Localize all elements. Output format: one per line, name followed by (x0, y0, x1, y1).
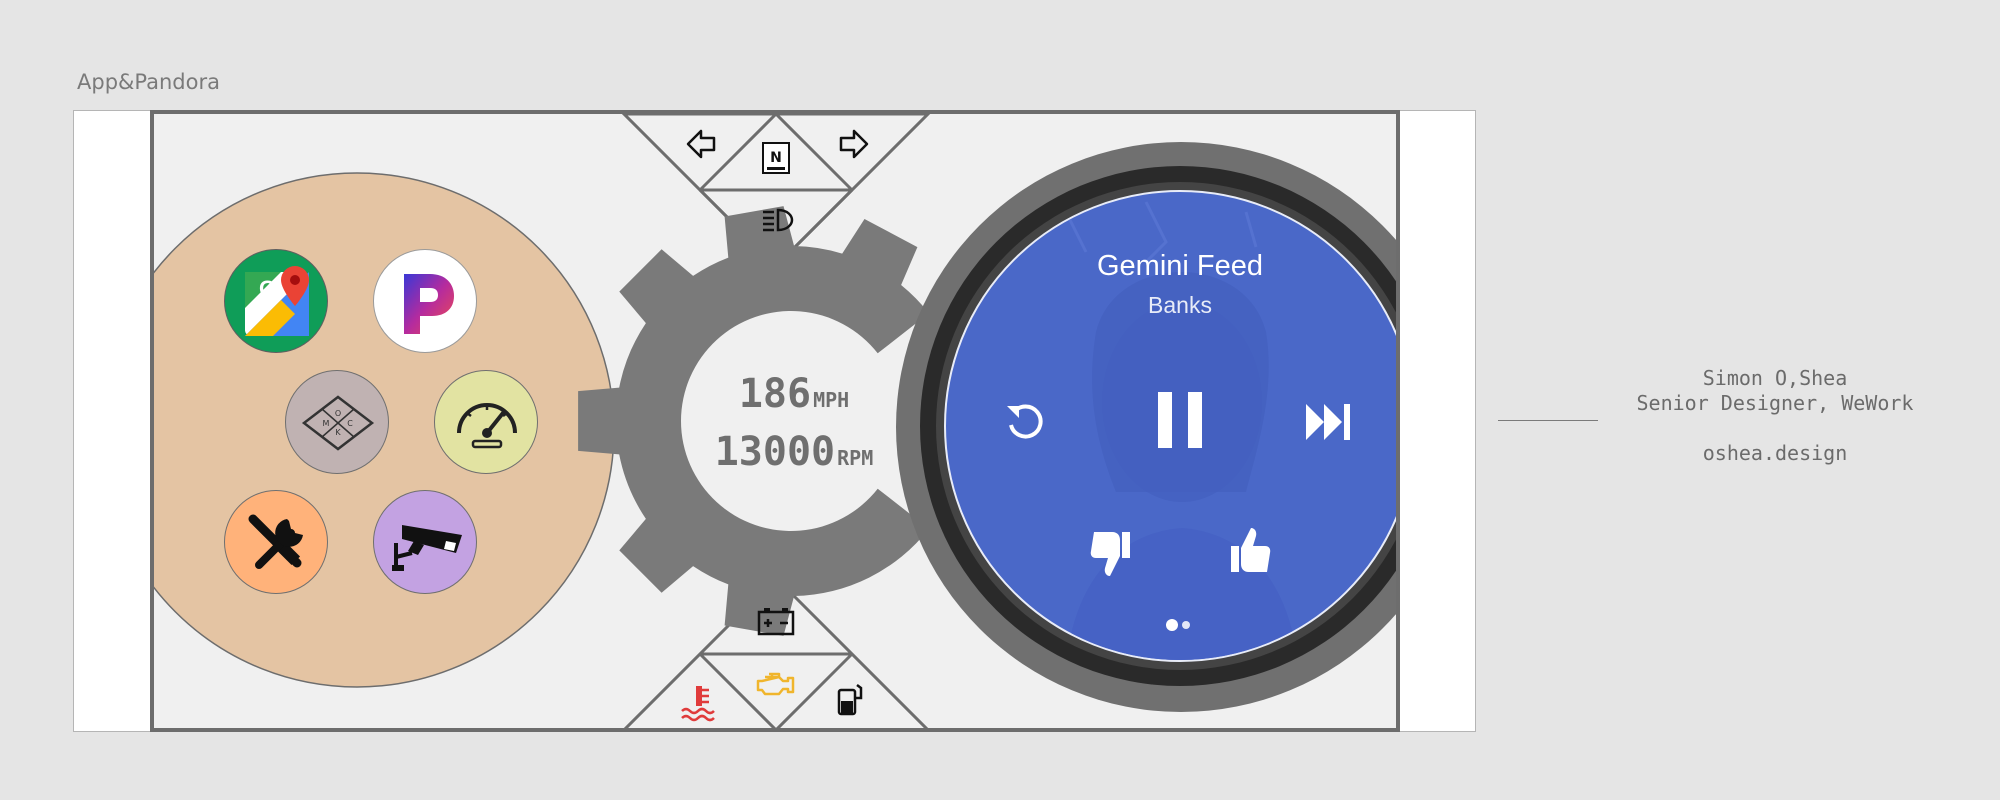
mock-letter-c: C (347, 419, 353, 428)
fuel-pump-icon (837, 684, 863, 716)
mock-app[interactable]: O M C K (285, 370, 389, 474)
replay-icon[interactable] (1002, 398, 1048, 444)
pause-icon[interactable] (1152, 390, 1208, 452)
credit-role: Senior Designer, WeWork (1636, 391, 1914, 415)
speed-line: 186 MPH (684, 369, 904, 427)
credit-spacer (1600, 416, 1950, 441)
mock-badge-icon: O M C K (301, 395, 375, 451)
pandora-logo-icon (404, 274, 454, 334)
gear-indicator-label: N (770, 150, 782, 166)
speedometer-app[interactable] (434, 370, 538, 474)
security-camera-icon (392, 525, 462, 571)
tools-app[interactable] (224, 490, 328, 594)
speed-rpm-readout: 186 MPH 13000 RPM (684, 369, 904, 485)
skip-forward-icon[interactable] (1304, 400, 1354, 444)
arrow-left-icon (686, 129, 716, 159)
rpm-value: 13000 (714, 429, 836, 475)
rpm-line: 13000 RPM (684, 427, 904, 485)
google-maps-app[interactable]: G (224, 249, 328, 353)
gear-select-button[interactable]: N (762, 142, 790, 174)
credit-site: oshea.design (1702, 441, 1848, 465)
pandora-app[interactable] (373, 249, 477, 353)
coolant-temp-icon (681, 686, 715, 722)
rpm-unit: RPM (837, 446, 874, 470)
thumb-down-icon[interactable] (1088, 528, 1132, 580)
frame-title: App&Pandora (77, 70, 220, 94)
mock-letter-k: K (335, 428, 341, 437)
check-engine-icon (756, 672, 795, 696)
thumb-up-icon[interactable] (1229, 524, 1273, 576)
page-indicator (1166, 619, 1190, 631)
arrow-right-icon (839, 129, 869, 159)
credit-divider (1498, 420, 1598, 421)
tools-icon (248, 514, 303, 569)
credits-block: Simon O,Shea Senior Designer, WeWork osh… (1600, 366, 1950, 466)
speedometer-icon (457, 403, 517, 449)
track-artist: Banks (1148, 292, 1212, 318)
credit-name: Simon O,Shea (1702, 366, 1848, 390)
mock-letter-m: M (323, 419, 330, 428)
svg-text:G: G (259, 276, 276, 301)
security-camera-app[interactable] (373, 490, 477, 594)
speed-value: 186 (738, 371, 812, 417)
speed-unit: MPH (813, 388, 850, 412)
dashboard-screen: N G O M C K 186 MPH 13000 RPM Gemini Fee… (150, 110, 1400, 732)
google-maps-icon: G (245, 266, 309, 336)
headlight-icon (763, 208, 794, 232)
track-title: Gemini Feed (1096, 250, 1263, 282)
battery-icon (757, 608, 795, 636)
mock-letter-o: O (335, 409, 341, 418)
